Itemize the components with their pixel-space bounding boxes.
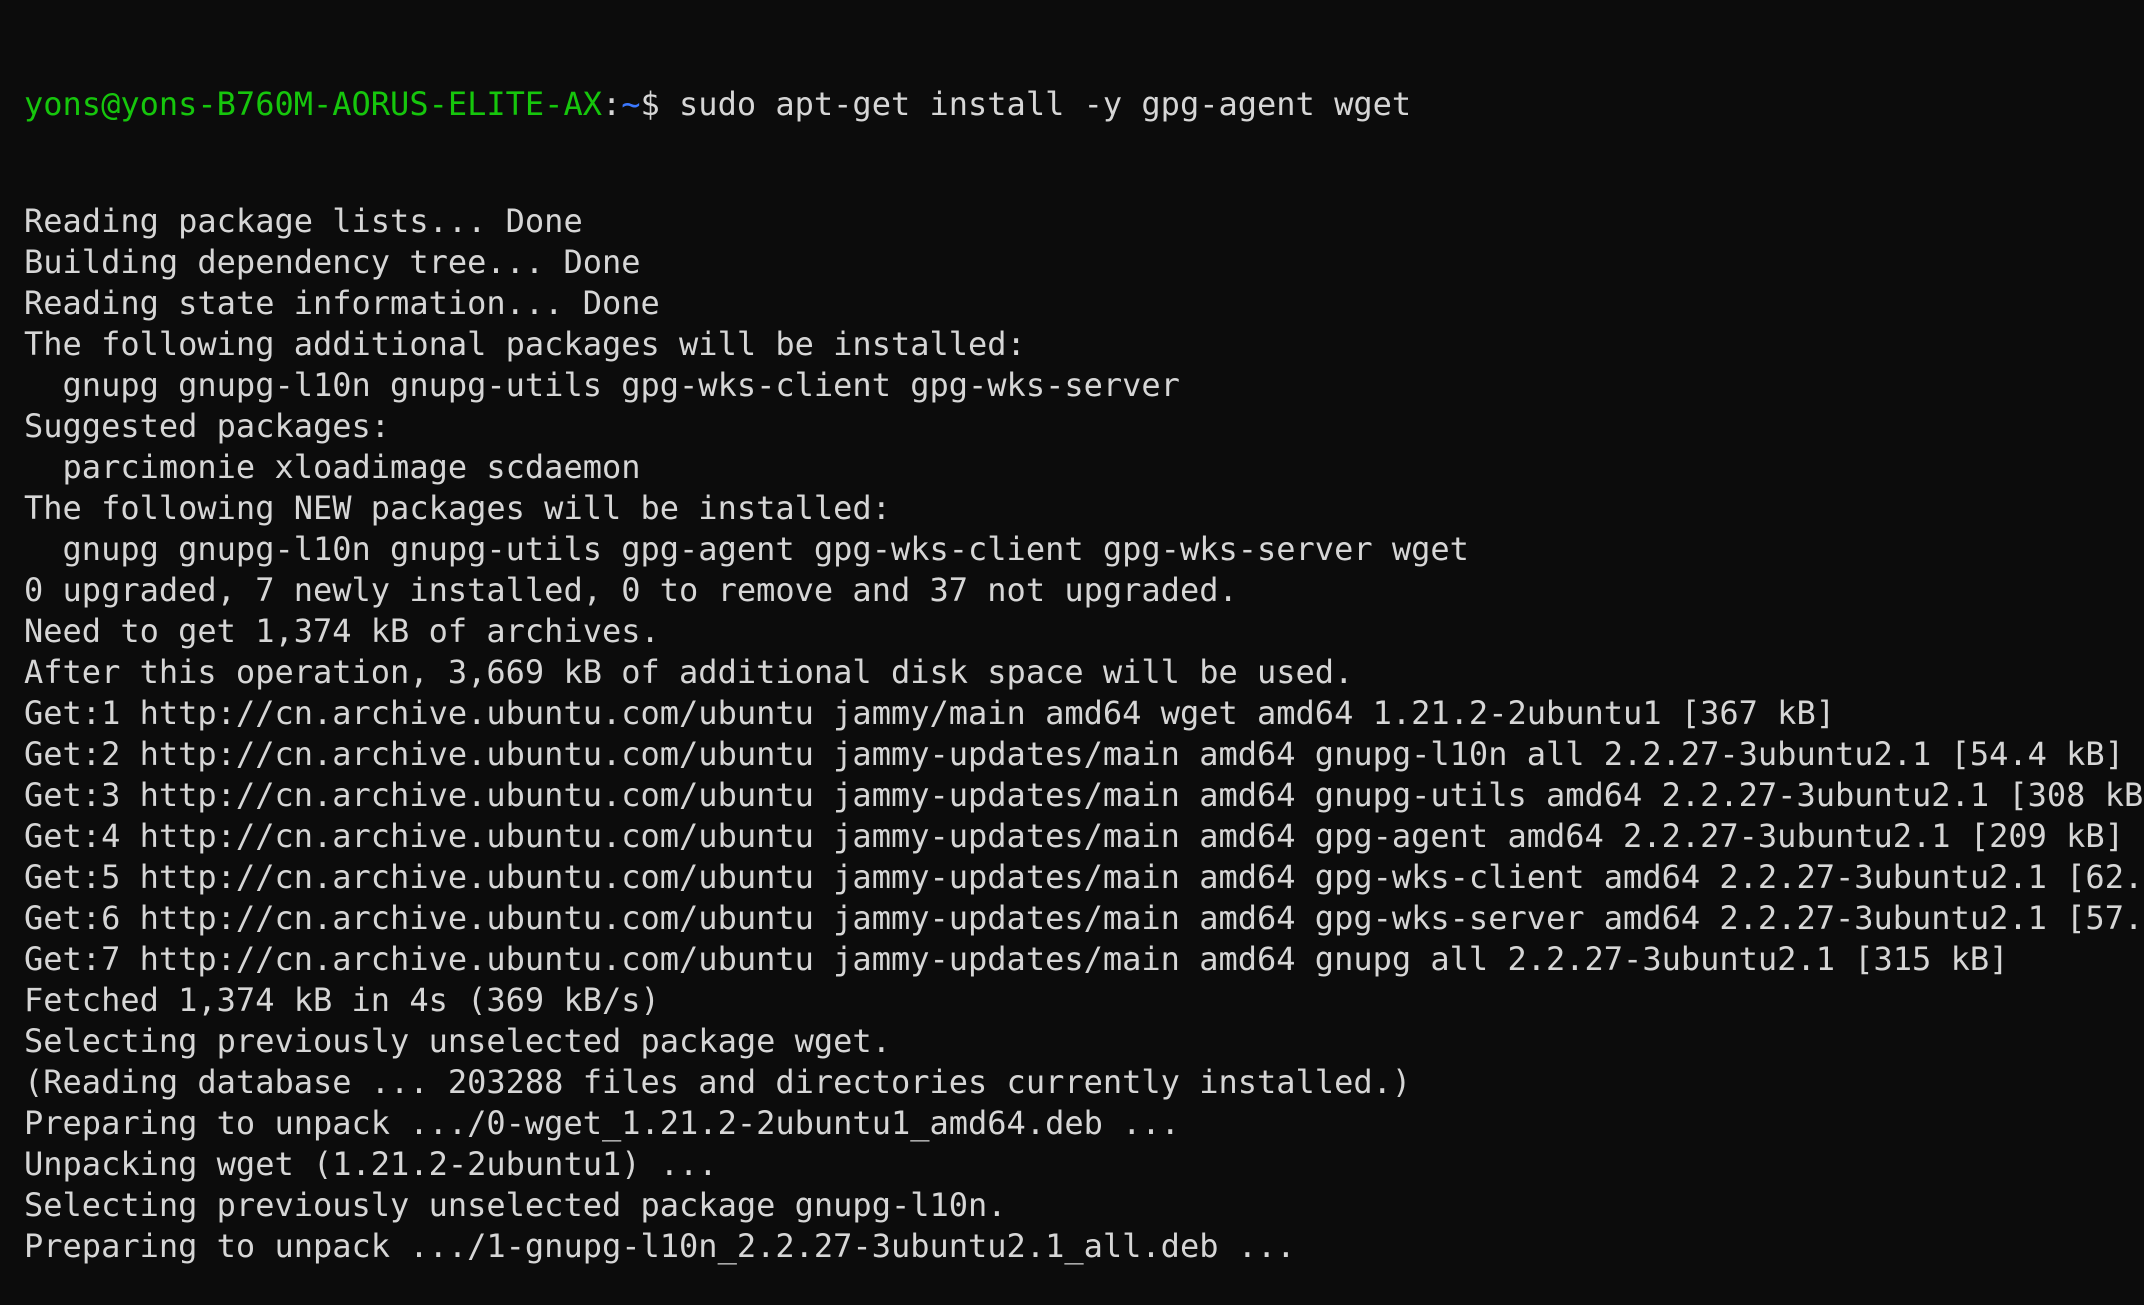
output-line: parcimonie xloadimage scdaemon: [24, 448, 641, 486]
output-line: Preparing to unpack .../1-gnupg-l10n_2.2…: [24, 1227, 1296, 1265]
output-line: Reading state information... Done: [24, 284, 660, 322]
output-line: Get:4 http://cn.archive.ubuntu.com/ubunt…: [24, 817, 2124, 855]
output-line: (Reading database ... 203288 files and d…: [24, 1063, 1412, 1101]
output-line: Get:2 http://cn.archive.ubuntu.com/ubunt…: [24, 735, 2124, 773]
output-line: Unpacking wget (1.21.2-2ubuntu1) ...: [24, 1145, 718, 1183]
terminal-window[interactable]: yons@yons-B760M-AORUS-ELITE-AX:~$ sudo a…: [0, 0, 2144, 1265]
output-line: After this operation, 3,669 kB of additi…: [24, 653, 1354, 691]
output-line: Get:1 http://cn.archive.ubuntu.com/ubunt…: [24, 694, 1835, 732]
output-line: Preparing to unpack .../0-wget_1.21.2-2u…: [24, 1104, 1180, 1142]
output-line: Building dependency tree... Done: [24, 243, 641, 281]
prompt-command: sudo apt-get install -y gpg-agent wget: [679, 85, 1412, 123]
output-line: Reading package lists... Done: [24, 202, 583, 240]
output-line: Fetched 1,374 kB in 4s (369 kB/s): [24, 981, 660, 1019]
output-line: gnupg gnupg-l10n gnupg-utils gpg-agent g…: [24, 530, 1469, 568]
output-line: 0 upgraded, 7 newly installed, 0 to remo…: [24, 571, 1238, 609]
prompt-symbol: $: [640, 85, 680, 123]
prompt-user-host: yons@yons-B760M-AORUS-ELITE-AX: [24, 85, 602, 123]
output-line: Get:7 http://cn.archive.ubuntu.com/ubunt…: [24, 940, 2009, 978]
output-line: The following additional packages will b…: [24, 325, 1026, 363]
output-line: gnupg gnupg-l10n gnupg-utils gpg-wks-cli…: [24, 366, 1180, 404]
prompt-path: ~: [621, 85, 641, 123]
output-line: Selecting previously unselected package …: [24, 1022, 891, 1060]
output-line: Selecting previously unselected package …: [24, 1186, 1007, 1224]
output-line: Suggested packages:: [24, 407, 391, 445]
terminal-output: Reading package lists... Done Building de…: [24, 201, 2144, 1267]
output-line: The following NEW packages will be insta…: [24, 489, 891, 527]
prompt-separator: :: [601, 85, 622, 123]
output-line: Get:5 http://cn.archive.ubuntu.com/ubunt…: [24, 858, 2144, 896]
output-line: Need to get 1,374 kB of archives.: [24, 612, 660, 650]
output-line: Get:6 http://cn.archive.ubuntu.com/ubunt…: [24, 899, 2144, 937]
output-line: Get:3 http://cn.archive.ubuntu.com/ubunt…: [24, 776, 2144, 814]
prompt-line: yons@yons-B760M-AORUS-ELITE-AX:~$ sudo a…: [24, 84, 2144, 125]
